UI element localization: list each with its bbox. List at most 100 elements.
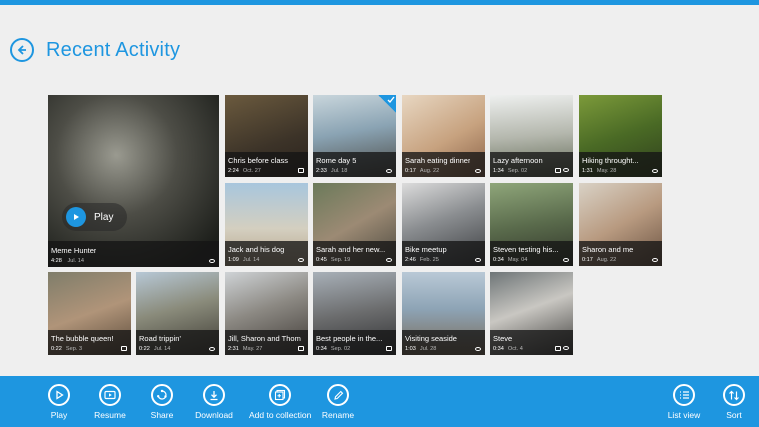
tile-title: Sarah eating dinner xyxy=(405,156,471,165)
video-tile[interactable]: Visiting seaside 1:03 Jul. 28 xyxy=(402,272,485,355)
back-arrow-icon xyxy=(17,45,26,55)
resume-button[interactable]: Resume xyxy=(80,384,140,420)
tile-duration: 1:34 xyxy=(493,168,504,174)
download-button[interactable]: Download xyxy=(184,384,244,420)
video-tile[interactable]: Chris before class 2:24 Oct. 27 xyxy=(225,95,308,177)
video-tile-featured[interactable]: Play Meme Hunter 4:28 Jul. 14 xyxy=(48,95,219,267)
resume-icon xyxy=(104,390,116,400)
tile-title: Jack and his dog xyxy=(228,245,285,254)
tile-caption: Hiking throught... 1:31 May. 28 xyxy=(579,152,662,177)
video-tile-selected[interactable]: Rome day 5 2:33 Jul. 18 xyxy=(313,95,396,177)
sort-icon xyxy=(729,390,739,400)
cloud-status-icon xyxy=(298,258,304,262)
tile-date: Jul. 14 xyxy=(242,257,260,263)
tile-date: Jul. 28 xyxy=(419,346,437,352)
cc-icon xyxy=(298,168,304,173)
tile-caption: The bubble queen! 0:22 Sep. 3 xyxy=(48,330,131,355)
sort-button[interactable]: Sort xyxy=(703,384,759,420)
cloud-status-icon xyxy=(563,346,569,350)
video-tile[interactable]: Bike meetup 2:46 Feb. 25 xyxy=(402,183,485,266)
tile-duration: 2:24 xyxy=(228,168,239,174)
back-button[interactable] xyxy=(10,38,34,62)
tile-duration: 0:17 xyxy=(405,168,416,174)
tile-caption: Bike meetup 2:46 Feb. 25 xyxy=(402,241,485,266)
tile-date: Sep. 19 xyxy=(330,257,351,263)
rename-button[interactable]: Rename xyxy=(308,384,368,420)
share-button[interactable]: Share xyxy=(132,384,192,420)
cc-icon xyxy=(555,346,561,351)
video-tile[interactable]: Lazy afternoon 1:34 Sep. 02 xyxy=(490,95,573,177)
tile-title: The bubble queen! xyxy=(51,334,114,343)
cloud-status-icon xyxy=(386,169,392,173)
tile-title: Steve xyxy=(493,334,513,343)
tile-duration: 2:31 xyxy=(228,346,239,352)
page-header: Recent Activity xyxy=(10,36,180,64)
video-tile[interactable]: Road trippin' 0:22 Jul. 14 xyxy=(136,272,219,355)
cloud-status-icon xyxy=(209,347,215,351)
tile-caption: Lazy afternoon 1:34 Sep. 02 xyxy=(490,152,573,177)
cloud-status-icon xyxy=(563,258,569,262)
cloud-status-icon xyxy=(563,168,569,172)
tile-date: May. 27 xyxy=(242,346,263,352)
video-tile[interactable]: Sharon and me 0:17 Aug. 22 xyxy=(579,183,662,266)
cloud-status-icon xyxy=(652,258,658,262)
tile-caption: Sarah and her new... 0:45 Sep. 19 xyxy=(313,241,396,266)
tile-date: Oct. 4 xyxy=(507,346,523,352)
tile-duration: 1:09 xyxy=(228,257,239,263)
tile-caption: Sarah eating dinner 0:17 Aug. 22 xyxy=(402,152,485,177)
download-icon xyxy=(210,390,218,400)
tile-title: Best people in the... xyxy=(316,334,383,343)
play-overlay-label: Play xyxy=(94,211,114,223)
tile-duration: 0:34 xyxy=(316,346,327,352)
app-bar: Play Resume Share Download Add to collec… xyxy=(0,376,759,427)
play-icon xyxy=(56,390,64,400)
video-tile[interactable]: Jill, Sharon and Thom 2:31 May. 27 xyxy=(225,272,308,355)
tile-duration: 2:33 xyxy=(316,168,327,174)
resume-button-label: Resume xyxy=(94,410,126,420)
tile-title: Steven testing his... xyxy=(493,245,559,254)
top-accent-strip xyxy=(0,0,759,5)
video-tile[interactable]: Best people in the... 0:34 Sep. 02 xyxy=(313,272,396,355)
tile-duration: 2:46 xyxy=(405,257,416,263)
video-tile[interactable]: Hiking throught... 1:31 May. 28 xyxy=(579,95,662,177)
page-title: Recent Activity xyxy=(46,38,181,61)
tile-duration: 0:34 xyxy=(493,346,504,352)
cc-icon xyxy=(555,168,561,173)
cloud-status-icon xyxy=(386,258,392,262)
tile-title: Sarah and her new... xyxy=(316,245,386,254)
video-tile[interactable]: The bubble queen! 0:22 Sep. 3 xyxy=(48,272,131,355)
tile-caption: Best people in the... 0:34 Sep. 02 xyxy=(313,330,396,355)
add-to-collection-button[interactable]: Add to collection xyxy=(249,384,311,420)
cloud-status-icon xyxy=(475,258,481,262)
tile-title: Hiking throught... xyxy=(582,156,639,165)
cloud-status-icon xyxy=(475,169,481,173)
tile-date: Sep. 02 xyxy=(330,346,351,352)
tile-caption: Meme Hunter 4:28 Jul. 14 xyxy=(48,241,219,267)
play-overlay-button[interactable]: Play xyxy=(62,203,128,231)
tile-date: Jul. 14 xyxy=(153,346,171,352)
add-to-collection-label: Add to collection xyxy=(249,410,312,420)
video-tile[interactable]: Sarah and her new... 0:45 Sep. 19 xyxy=(313,183,396,266)
video-tile[interactable]: Sarah eating dinner 0:17 Aug. 22 xyxy=(402,95,485,177)
check-icon xyxy=(387,96,395,104)
tile-caption: Steve 0:34 Oct. 4 xyxy=(490,330,573,355)
cloud-status-icon xyxy=(475,347,481,351)
selected-checkmark xyxy=(378,95,396,113)
video-tile[interactable]: Jack and his dog 1:09 Jul. 14 xyxy=(225,183,308,266)
tile-caption: Steven testing his... 0:34 May. 04 xyxy=(490,241,573,266)
tile-date: Sep. 02 xyxy=(507,168,528,174)
tile-caption: Road trippin' 0:22 Jul. 14 xyxy=(136,330,219,355)
rename-button-label: Rename xyxy=(321,410,355,420)
cc-icon xyxy=(386,346,392,351)
tile-title: Visiting seaside xyxy=(405,334,457,343)
tile-title: Rome day 5 xyxy=(316,156,357,165)
tile-date: Jul. 14 xyxy=(67,258,84,264)
video-tile[interactable]: Steven testing his... 0:34 May. 04 xyxy=(490,183,573,266)
tile-duration: 0:45 xyxy=(316,257,327,263)
tile-title: Bike meetup xyxy=(405,245,447,254)
video-tile[interactable]: Steve 0:34 Oct. 4 xyxy=(490,272,573,355)
tile-date: Aug. 22 xyxy=(419,168,440,174)
tile-caption: Rome day 5 2:33 Jul. 18 xyxy=(313,152,396,177)
tile-date: May. 04 xyxy=(507,257,528,263)
tile-date: Sep. 3 xyxy=(65,346,83,352)
